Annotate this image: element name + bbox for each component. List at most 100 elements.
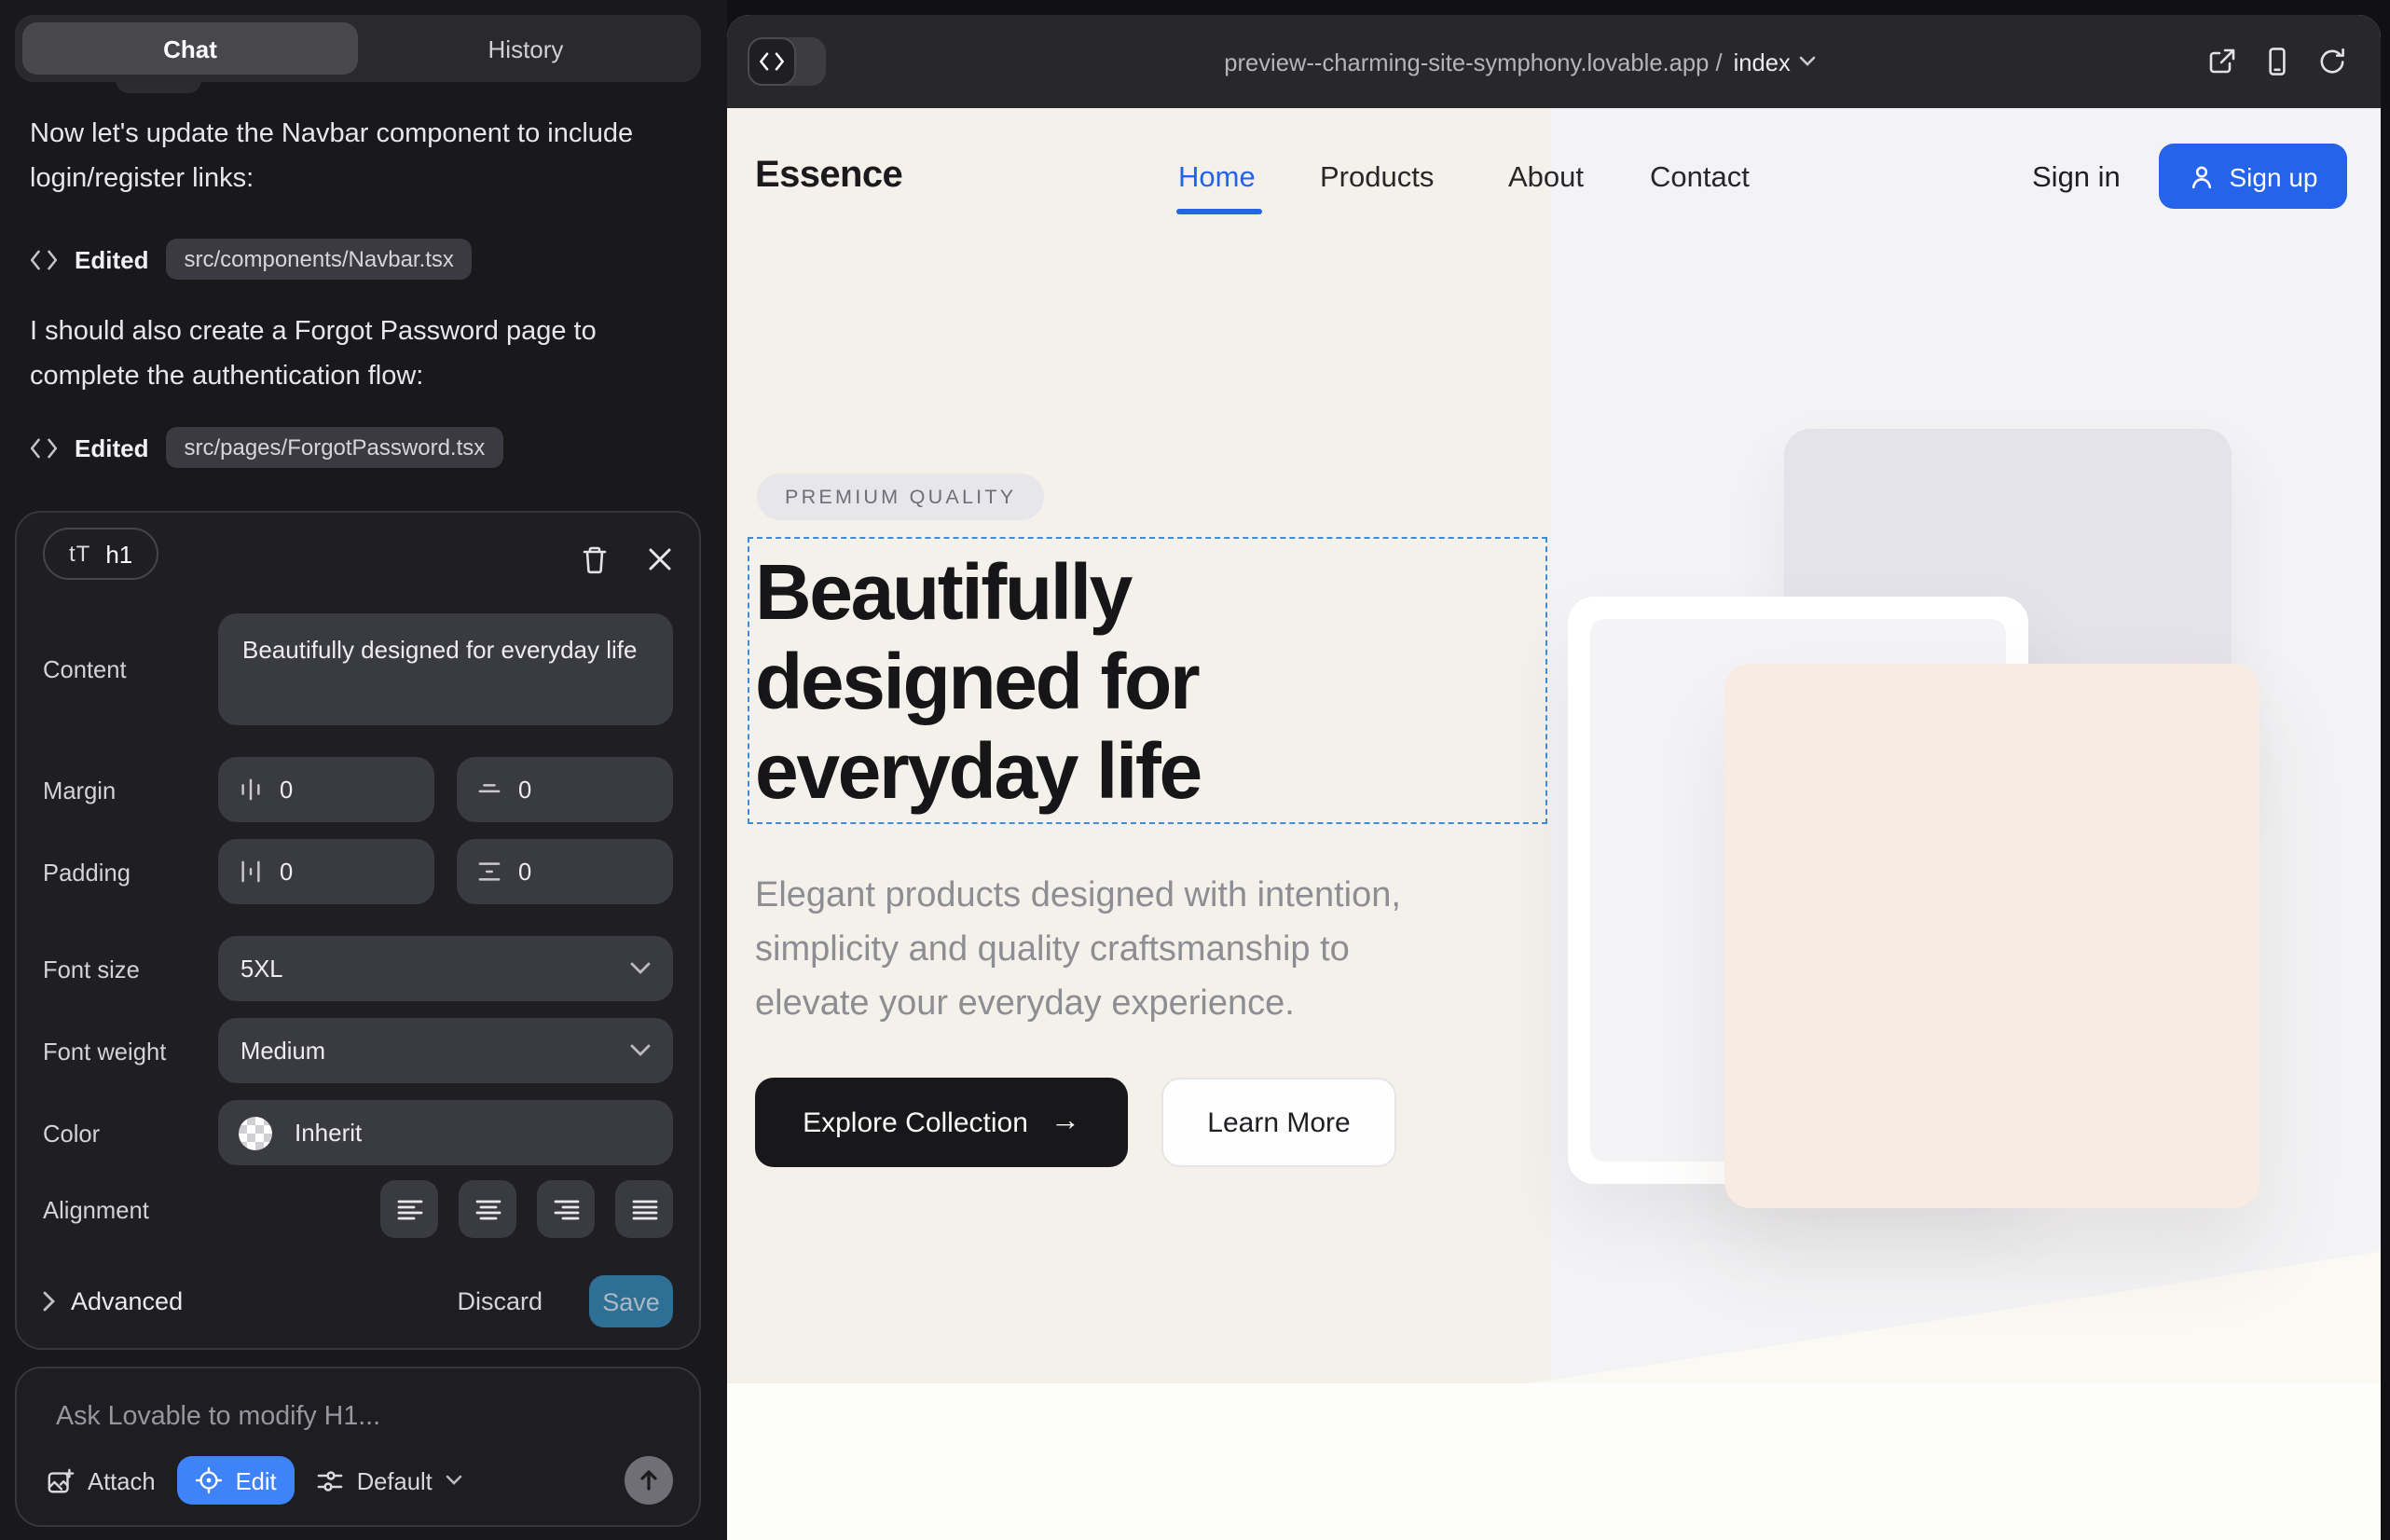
refresh-icon[interactable] bbox=[2317, 47, 2347, 76]
edit-mode-button[interactable]: Edit bbox=[178, 1456, 295, 1505]
site-logo[interactable]: Essence bbox=[755, 155, 902, 198]
prompt-input[interactable]: Ask Lovable to modify H1... bbox=[56, 1402, 380, 1432]
code-icon bbox=[759, 52, 785, 71]
align-center-button[interactable] bbox=[459, 1180, 516, 1238]
edited-file-row[interactable]: Edited src/pages/ForgotPassword.tsx bbox=[30, 423, 503, 472]
padding-horizontal-icon bbox=[239, 859, 263, 884]
learn-more-button[interactable]: Learn More bbox=[1161, 1078, 1396, 1167]
tab-chat[interactable]: Chat bbox=[22, 22, 358, 75]
nav-link-products[interactable]: Products bbox=[1320, 162, 1434, 196]
user-icon bbox=[2189, 163, 2215, 189]
chevron-down-icon bbox=[630, 962, 651, 975]
topbar-actions bbox=[2207, 15, 2347, 108]
site-canvas: Essence Home Products About Contact Sign… bbox=[727, 108, 2381, 1540]
chevron-right-icon bbox=[43, 1291, 56, 1312]
tab-history[interactable]: History bbox=[358, 22, 694, 75]
code-icon bbox=[30, 249, 58, 269]
text-element-icon: tT bbox=[69, 541, 90, 567]
edited-file-row[interactable]: Edited src/components/Navbar.tsx bbox=[30, 235, 473, 283]
sign-in-link[interactable]: Sign in bbox=[2032, 162, 2121, 196]
code-preview-toggle[interactable] bbox=[748, 37, 826, 86]
margin-y-input[interactable]: 0 bbox=[457, 757, 673, 822]
color-select[interactable]: Inherit bbox=[218, 1100, 673, 1165]
prompt-actions: Attach Edit Default bbox=[47, 1456, 673, 1505]
nav-link-home[interactable]: Home bbox=[1178, 162, 1256, 196]
hero-heading[interactable]: Beautifully designed for everyday life bbox=[755, 548, 1201, 817]
hero-paragraph[interactable]: Elegant products designed with intention… bbox=[755, 869, 1401, 1031]
lovable-app: Chat History Now let's update the Navbar… bbox=[0, 0, 2390, 1540]
font-size-row: Font size 5XL bbox=[43, 936, 673, 1001]
prompt-composer[interactable]: Ask Lovable to modify H1... Attach Edit bbox=[15, 1367, 701, 1527]
assistant-message: Now let's update the Navbar component to… bbox=[30, 112, 697, 201]
element-editor-panel: tT h1 Content Beautifully designed for e… bbox=[15, 511, 701, 1350]
chat-history-tabs: Chat History bbox=[15, 15, 701, 82]
mobile-view-icon[interactable] bbox=[2263, 47, 2291, 76]
padding-row: Padding 0 0 bbox=[43, 839, 673, 904]
align-left-button[interactable] bbox=[380, 1180, 438, 1238]
discard-button[interactable]: Discard bbox=[457, 1287, 543, 1315]
file-path-badge[interactable]: src/components/Navbar.tsx bbox=[165, 239, 472, 280]
explore-collection-button[interactable]: Explore Collection → bbox=[755, 1078, 1128, 1167]
code-icon bbox=[30, 437, 58, 458]
arrow-up-icon bbox=[638, 1469, 660, 1492]
margin-x-input[interactable]: 0 bbox=[218, 757, 434, 822]
preview-topbar: preview--charming-site-symphony.lovable.… bbox=[727, 15, 2381, 108]
mode-selector[interactable]: Default bbox=[318, 1466, 462, 1494]
padding-y-input[interactable]: 0 bbox=[457, 839, 673, 904]
preview-url-bar[interactable]: preview--charming-site-symphony.lovable.… bbox=[839, 15, 2202, 108]
edited-label: Edited bbox=[75, 245, 148, 273]
padding-label: Padding bbox=[43, 858, 130, 886]
content-row: Content Beautifully designed for everyda… bbox=[43, 613, 673, 725]
font-size-label: Font size bbox=[43, 955, 140, 983]
edited-label: Edited bbox=[75, 433, 148, 461]
sign-up-button[interactable]: Sign up bbox=[2159, 144, 2347, 209]
color-row: Color Inherit bbox=[43, 1100, 673, 1165]
decorative-card-peach bbox=[1724, 664, 2260, 1208]
target-icon bbox=[197, 1467, 223, 1493]
content-input[interactable]: Beautifully designed for everyday life bbox=[218, 613, 673, 725]
url-domain: preview--charming-site-symphony.lovable.… bbox=[1224, 48, 1722, 76]
color-swatch-checkerboard bbox=[239, 1116, 272, 1149]
code-toggle-active-segment[interactable] bbox=[748, 37, 796, 86]
nav-link-about[interactable]: About bbox=[1508, 162, 1584, 196]
font-weight-row: Font weight Medium bbox=[43, 1018, 673, 1083]
element-tag: h1 bbox=[105, 540, 132, 568]
sliders-icon bbox=[318, 1468, 344, 1492]
font-weight-select[interactable]: Medium bbox=[218, 1018, 673, 1083]
alignment-label: Alignment bbox=[43, 1195, 149, 1223]
advanced-toggle[interactable]: Advanced bbox=[43, 1287, 183, 1315]
color-label: Color bbox=[43, 1119, 100, 1147]
arrow-right-icon: → bbox=[1051, 1106, 1080, 1139]
delete-element-button[interactable] bbox=[576, 541, 613, 578]
chevron-down-icon bbox=[1800, 56, 1817, 67]
file-path-badge[interactable]: src/pages/ForgotPassword.tsx bbox=[165, 427, 503, 468]
premium-quality-badge: PREMIUM QUALITY bbox=[757, 474, 1044, 520]
element-type-badge[interactable]: tT h1 bbox=[43, 528, 158, 580]
nav-link-contact[interactable]: Contact bbox=[1650, 162, 1750, 196]
preview-panel: preview--charming-site-symphony.lovable.… bbox=[727, 15, 2381, 1540]
padding-x-input[interactable]: 0 bbox=[218, 839, 434, 904]
margin-horizontal-icon bbox=[239, 777, 263, 802]
font-weight-label: Font weight bbox=[43, 1037, 166, 1065]
send-button[interactable] bbox=[625, 1456, 673, 1505]
chevron-down-icon bbox=[630, 1044, 651, 1057]
padding-vertical-icon bbox=[477, 859, 501, 884]
align-justify-button[interactable] bbox=[615, 1180, 673, 1238]
margin-label: Margin bbox=[43, 776, 116, 804]
chevron-down-icon bbox=[446, 1475, 462, 1486]
editor-footer: Advanced Discard Save bbox=[43, 1275, 673, 1327]
close-editor-button[interactable] bbox=[641, 541, 679, 578]
content-label: Content bbox=[43, 655, 127, 683]
align-right-button[interactable] bbox=[537, 1180, 595, 1238]
attach-button[interactable]: Attach bbox=[47, 1466, 156, 1494]
open-external-icon[interactable] bbox=[2207, 47, 2237, 76]
save-button[interactable]: Save bbox=[589, 1275, 673, 1327]
url-page-selector[interactable]: index bbox=[1734, 48, 1817, 76]
chat-panel: Chat History Now let's update the Navbar… bbox=[0, 0, 727, 1540]
font-size-select[interactable]: 5XL bbox=[218, 936, 673, 1001]
attach-image-icon bbox=[47, 1466, 75, 1494]
assistant-message: I should also create a Forgot Password p… bbox=[30, 309, 697, 399]
next-section-background bbox=[727, 1383, 2381, 1540]
margin-row: Margin 0 0 bbox=[43, 757, 673, 822]
margin-vertical-icon bbox=[477, 777, 501, 802]
